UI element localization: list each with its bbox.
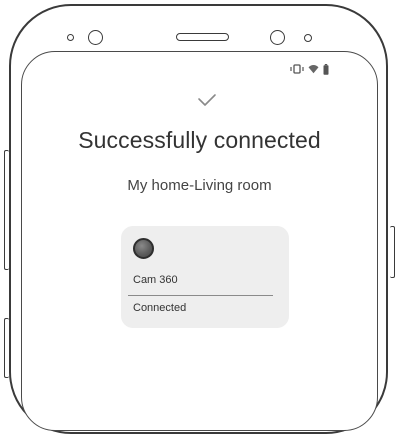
device-status: Connected: [133, 302, 187, 314]
earpiece-speaker: [176, 33, 229, 41]
vibrate-icon: [290, 64, 304, 74]
front-camera: [88, 30, 103, 45]
device-name: Cam 360: [133, 274, 178, 286]
card-divider: [128, 295, 273, 296]
checkmark-icon: [197, 93, 217, 107]
camera-dot-icon: [133, 238, 154, 259]
status-bar: [290, 63, 329, 75]
location-label: My home-Living room: [127, 177, 272, 194]
proximity-sensor: [67, 34, 74, 41]
page-title: Successfully connected: [78, 127, 321, 153]
device-card[interactable]: Cam 360 Connected: [121, 226, 289, 328]
battery-icon: [323, 63, 329, 75]
power-button: [390, 226, 395, 278]
iris-sensor: [270, 30, 285, 45]
iris-led: [304, 34, 312, 42]
bixby-button: [4, 318, 9, 378]
wifi-icon: [308, 64, 319, 74]
volume-button: [4, 150, 9, 270]
